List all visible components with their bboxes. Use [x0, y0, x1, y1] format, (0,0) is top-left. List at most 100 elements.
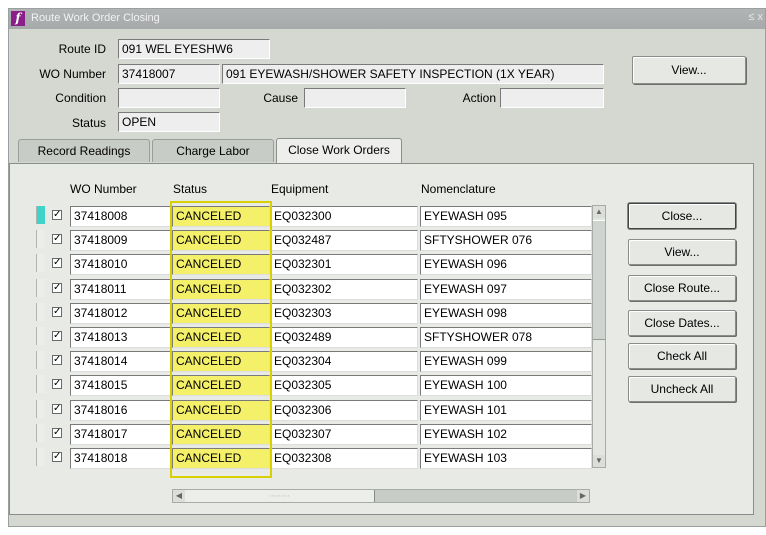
row-checkbox[interactable]: ✓ — [52, 283, 62, 293]
view-button[interactable]: View... — [628, 239, 736, 265]
status-cell[interactable]: CANCELED — [172, 327, 270, 348]
status-cell[interactable]: CANCELED — [172, 230, 270, 251]
row-selector[interactable] — [36, 206, 45, 224]
row-checkbox[interactable]: ✓ — [52, 355, 62, 365]
scroll-right-arrow-icon[interactable]: ▶ — [577, 490, 589, 502]
tab-close-work-orders[interactable]: Close Work Orders — [276, 138, 402, 163]
status-cell[interactable]: CANCELED — [172, 303, 270, 324]
status-cell[interactable]: CANCELED — [172, 351, 270, 372]
wo-description-field[interactable]: 091 EYEWASH/SHOWER SAFETY INSPECTION (1X… — [222, 64, 604, 84]
row-checkbox[interactable]: ✓ — [52, 428, 62, 438]
table-vertical-scrollbar[interactable]: ▲ ▼ — [592, 205, 606, 468]
nomenclature-cell[interactable]: SFTYSHOWER 078 — [420, 327, 592, 348]
condition-field[interactable] — [118, 88, 220, 108]
equipment-cell[interactable]: EQ032487 — [270, 230, 418, 251]
wo-number-cell[interactable]: 37418017 — [70, 424, 172, 445]
row-selector[interactable] — [36, 375, 45, 393]
wo-number-cell[interactable]: 37418008 — [70, 206, 172, 227]
wo-number-cell[interactable]: 37418011 — [70, 279, 172, 300]
status-cell[interactable]: CANCELED — [172, 448, 270, 469]
wo-number-cell[interactable]: 37418014 — [70, 351, 172, 372]
status-cell[interactable]: CANCELED — [172, 206, 270, 227]
nomenclature-cell[interactable]: EYEWASH 103 — [420, 448, 592, 469]
tab-charge-labor[interactable]: Charge Labor — [152, 139, 274, 162]
horizontal-scroll-thumb[interactable]: ∙∙∙∙∙∙∙∙∙ — [185, 490, 375, 502]
status-cell[interactable]: CANCELED — [172, 400, 270, 421]
table-horizontal-scrollbar[interactable]: ◀ ∙∙∙∙∙∙∙∙∙ ▶ — [172, 489, 590, 503]
wo-number-cell[interactable]: 37418018 — [70, 448, 172, 469]
nomenclature-cell[interactable]: SFTYSHOWER 076 — [420, 230, 592, 251]
wo-number-cell[interactable]: 37418010 — [70, 254, 172, 275]
row-checkbox[interactable]: ✓ — [52, 452, 62, 462]
cause-field[interactable] — [304, 88, 406, 108]
status-cell[interactable]: CANCELED — [172, 254, 270, 275]
row-selector[interactable] — [36, 351, 45, 369]
status-cell[interactable]: CANCELED — [172, 424, 270, 445]
status-cell[interactable]: CANCELED — [172, 375, 270, 396]
scroll-thumb[interactable] — [593, 220, 605, 340]
route-id-label: Route ID — [58, 42, 106, 56]
equipment-cell[interactable]: EQ032305 — [270, 375, 418, 396]
wo-number-field[interactable]: 37418007 — [118, 64, 220, 84]
scroll-down-arrow-icon[interactable]: ▼ — [593, 455, 605, 467]
equipment-cell[interactable]: EQ032306 — [270, 400, 418, 421]
equipment-cell[interactable]: EQ032303 — [270, 303, 418, 324]
nomenclature-cell[interactable]: EYEWASH 095 — [420, 206, 592, 227]
column-header-nomenclature: Nomenclature — [421, 182, 496, 196]
wo-number-cell[interactable]: 37418012 — [70, 303, 172, 324]
equipment-cell[interactable]: EQ032489 — [270, 327, 418, 348]
row-checkbox[interactable]: ✓ — [52, 307, 62, 317]
equipment-cell[interactable]: EQ032300 — [270, 206, 418, 227]
cause-label: Cause — [263, 91, 298, 105]
uncheck-all-button[interactable]: Uncheck All — [628, 376, 736, 402]
action-field[interactable] — [500, 88, 604, 108]
wo-number-cell[interactable]: 37418015 — [70, 375, 172, 396]
column-header-wo-number: WO Number — [70, 182, 137, 196]
close-button[interactable]: Close... — [628, 203, 736, 229]
close-dates-button[interactable]: Close Dates... — [628, 310, 736, 336]
row-checkbox[interactable]: ✓ — [52, 210, 62, 220]
nomenclature-cell[interactable]: EYEWASH 097 — [420, 279, 592, 300]
scroll-left-arrow-icon[interactable]: ◀ — [173, 490, 185, 502]
status-field[interactable]: OPEN — [118, 112, 220, 132]
nomenclature-cell[interactable]: EYEWASH 099 — [420, 351, 592, 372]
row-selector[interactable] — [36, 279, 45, 297]
scroll-up-arrow-icon[interactable]: ▲ — [593, 206, 605, 218]
equipment-cell[interactable]: EQ032304 — [270, 351, 418, 372]
row-checkbox[interactable]: ✓ — [52, 404, 62, 414]
equipment-cell[interactable]: EQ032302 — [270, 279, 418, 300]
equipment-cell[interactable]: EQ032308 — [270, 448, 418, 469]
wo-number-cell[interactable]: 37418016 — [70, 400, 172, 421]
nomenclature-cell[interactable]: EYEWASH 102 — [420, 424, 592, 445]
route-id-field[interactable]: 091 WEL EYESHW6 — [118, 39, 270, 59]
tab-record-readings[interactable]: Record Readings — [18, 139, 150, 162]
window-controls[interactable]: ≤ x — [748, 11, 763, 23]
equipment-cell[interactable]: EQ032301 — [270, 254, 418, 275]
row-checkbox[interactable]: ✓ — [52, 379, 62, 389]
close-route-button[interactable]: Close Route... — [628, 275, 736, 301]
wo-number-cell[interactable]: 37418013 — [70, 327, 172, 348]
row-selector[interactable] — [36, 400, 45, 418]
row-selector[interactable] — [36, 448, 45, 466]
row-selector[interactable] — [36, 303, 45, 321]
nomenclature-cell[interactable]: EYEWASH 096 — [420, 254, 592, 275]
row-checkbox[interactable]: ✓ — [52, 234, 62, 244]
row-selector[interactable] — [36, 254, 45, 272]
nomenclature-cell[interactable]: EYEWASH 100 — [420, 375, 592, 396]
wo-number-label: WO Number — [39, 67, 106, 81]
status-cell[interactable]: CANCELED — [172, 279, 270, 300]
action-label: Action — [462, 91, 496, 105]
row-selector[interactable] — [36, 327, 45, 345]
wo-number-cell[interactable]: 37418009 — [70, 230, 172, 251]
header-view-button[interactable]: View... — [632, 56, 746, 84]
condition-label: Condition — [55, 91, 106, 105]
oracle-forms-icon: f — [11, 11, 25, 26]
nomenclature-cell[interactable]: EYEWASH 101 — [420, 400, 592, 421]
row-selector[interactable] — [36, 230, 45, 248]
row-selector[interactable] — [36, 424, 45, 442]
row-checkbox[interactable]: ✓ — [52, 258, 62, 268]
equipment-cell[interactable]: EQ032307 — [270, 424, 418, 445]
row-checkbox[interactable]: ✓ — [52, 331, 62, 341]
check-all-button[interactable]: Check All — [628, 343, 736, 369]
nomenclature-cell[interactable]: EYEWASH 098 — [420, 303, 592, 324]
